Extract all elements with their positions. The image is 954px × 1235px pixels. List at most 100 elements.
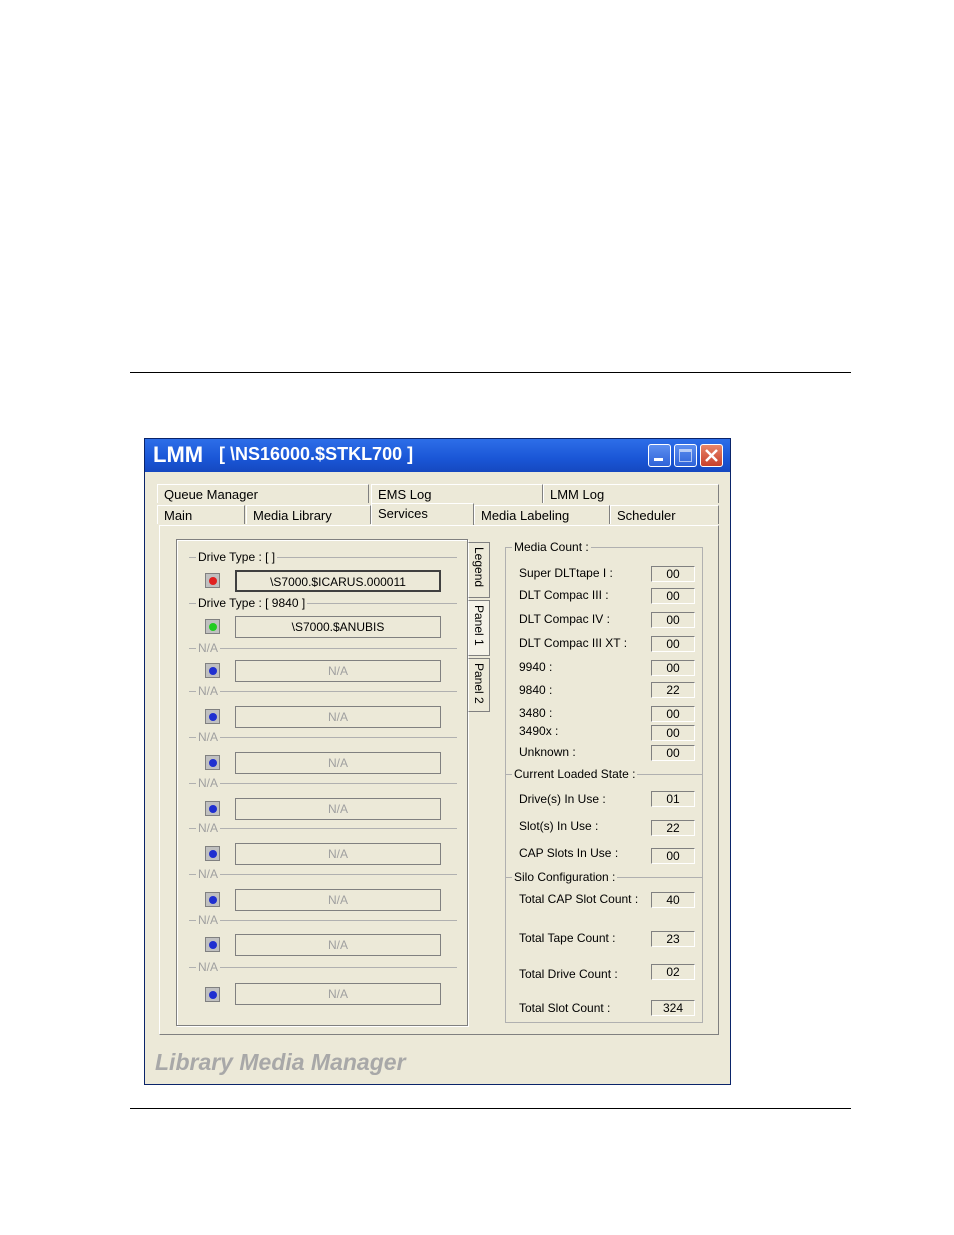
drive-status-led	[205, 709, 220, 724]
window-path: [ \NS16000.$STKL700 ]	[219, 444, 414, 464]
drive-status-led	[205, 987, 220, 1002]
count-value: 00	[651, 636, 695, 652]
tab-ems-log[interactable]: EMS Log	[371, 484, 543, 503]
count-label: Drive(s) In Use :	[519, 792, 606, 806]
drive-button[interactable]: N/A	[235, 752, 441, 774]
top-rule	[130, 372, 851, 373]
side-tab-label: Panel 2	[472, 663, 486, 704]
drive-group-label: N/A	[196, 684, 221, 698]
drive-status-led	[205, 892, 220, 907]
status-dot-icon	[209, 896, 217, 904]
loaded-state-title: Current Loaded State :	[512, 767, 638, 781]
count-value: 02	[651, 964, 695, 980]
count-label: DLT Compac IV :	[519, 612, 610, 626]
drive-button[interactable]: \S7000.$ICARUS.000011	[235, 570, 441, 592]
count-value: 22	[651, 682, 695, 698]
tab-main[interactable]: Main	[157, 505, 245, 524]
count-value: 00	[651, 848, 695, 864]
status-dot-icon	[209, 667, 217, 675]
status-dot-icon	[209, 991, 217, 999]
drive-button[interactable]: N/A	[235, 934, 441, 956]
tab-services[interactable]: Services	[371, 503, 474, 525]
lmm-window: LMM [ \NS16000.$STKL700 ] Queue Manager …	[144, 438, 731, 1085]
drive-group-label: N/A	[196, 730, 221, 744]
drive-button[interactable]: \S7000.$ANUBIS	[235, 616, 441, 638]
count-value: 01	[651, 791, 695, 807]
count-label: Total Drive Count :	[519, 967, 618, 981]
status-dot-icon	[209, 850, 217, 858]
count-label: CAP Slots In Use :	[519, 846, 619, 860]
count-label: Slot(s) In Use :	[519, 819, 599, 833]
count-label: 3490x :	[519, 724, 559, 738]
drive-status-led	[205, 801, 220, 816]
tab-scheduler[interactable]: Scheduler	[610, 505, 719, 524]
close-button[interactable]	[700, 444, 723, 467]
count-value: 00	[651, 706, 695, 722]
footer-brand: Library Media Manager	[155, 1049, 406, 1075]
tab-media-labeling[interactable]: Media Labeling	[474, 505, 610, 524]
drive-group-label: Drive Type : [ ]	[196, 550, 278, 564]
tab-media-library[interactable]: Media Library	[246, 505, 371, 524]
minimize-icon	[654, 458, 663, 461]
tab-lmm-log[interactable]: LMM Log	[543, 484, 719, 503]
count-label: 3480 :	[519, 706, 553, 720]
drive-button[interactable]: N/A	[235, 983, 441, 1005]
count-label: DLT Compac III :	[519, 588, 609, 602]
count-value: 00	[651, 725, 695, 741]
drive-group-label: N/A	[196, 821, 221, 835]
count-value: 22	[651, 820, 695, 836]
close-icon	[705, 449, 718, 462]
side-tab-panel-1[interactable]: Panel 1	[468, 600, 490, 656]
drive-status-led	[205, 619, 220, 634]
app-title: LMM	[153, 442, 204, 467]
count-value: 324	[651, 1000, 695, 1016]
side-tab-label: Panel 1	[472, 605, 486, 646]
drive-group-label: N/A	[196, 960, 221, 974]
count-label: Super DLTtape I :	[519, 566, 613, 580]
maximize-button[interactable]	[674, 444, 697, 467]
drive-button[interactable]: N/A	[235, 843, 441, 865]
drive-group-label: Drive Type : [ 9840 ]	[196, 596, 308, 610]
drive-status-led	[205, 573, 220, 588]
count-label: 9940 :	[519, 660, 553, 674]
drive-button[interactable]: N/A	[235, 889, 441, 911]
bottom-rule	[130, 1108, 851, 1109]
drive-group-label: N/A	[196, 867, 221, 881]
media-count-title: Media Count :	[512, 540, 591, 554]
status-dot-icon	[209, 941, 217, 949]
count-value: 00	[651, 745, 695, 761]
drive-status-led	[205, 846, 220, 861]
counts-panel: Media Count : Super DLTtape I : 00 DLT C…	[505, 540, 703, 1023]
count-value: 40	[651, 892, 695, 908]
status-dot-icon	[209, 623, 217, 631]
count-label: 9840 :	[519, 683, 553, 697]
count-value: 00	[651, 588, 695, 604]
side-tab-label: Legend	[472, 547, 486, 588]
count-label: DLT Compac III XT :	[519, 636, 628, 650]
minimize-button[interactable]	[648, 444, 671, 467]
drive-status-led	[205, 937, 220, 952]
count-value: 00	[651, 612, 695, 628]
drive-button[interactable]: N/A	[235, 660, 441, 682]
count-label: Unknown :	[519, 745, 576, 759]
drive-group-label: N/A	[196, 776, 221, 790]
count-label: Total Slot Count :	[519, 1001, 611, 1015]
drive-button[interactable]: N/A	[235, 798, 441, 820]
count-value: 00	[651, 566, 695, 582]
drive-status-led	[205, 663, 220, 678]
side-tab-panel-2[interactable]: Panel 2	[468, 658, 490, 712]
status-dot-icon	[209, 577, 217, 585]
tab-queue-manager[interactable]: Queue Manager	[157, 484, 369, 503]
drive-button[interactable]: N/A	[235, 706, 441, 728]
drive-group-label: N/A	[196, 641, 221, 655]
count-label: Total Tape Count :	[519, 931, 616, 945]
status-dot-icon	[209, 759, 217, 767]
side-tab-legend[interactable]: Legend	[468, 542, 490, 598]
count-label: Total CAP Slot Count :	[519, 892, 639, 906]
drive-group-label: N/A	[196, 913, 221, 927]
drive-status-led	[205, 755, 220, 770]
title-bar[interactable]: LMM [ \NS16000.$STKL700 ]	[145, 439, 730, 472]
count-value: 23	[651, 931, 695, 947]
maximize-icon	[679, 449, 692, 462]
status-dot-icon	[209, 805, 217, 813]
